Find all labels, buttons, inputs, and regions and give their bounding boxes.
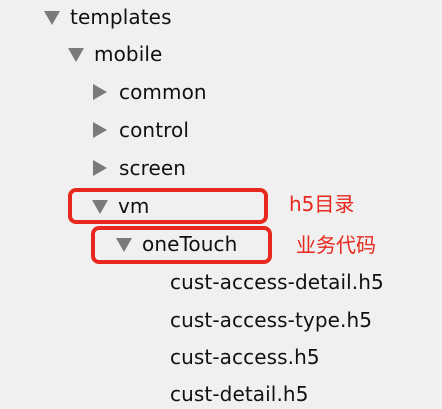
vm-highlight-box: [68, 188, 268, 224]
file-name: cust-detail.h5: [170, 382, 309, 406]
tree-node-control[interactable]: control: [92, 115, 189, 145]
tree-node-label: common: [119, 80, 207, 104]
file-name: cust-access-detail.h5: [170, 270, 384, 294]
tree-file-item[interactable]: cust-access-detail.h5: [170, 267, 384, 297]
file-name: cust-access-type.h5: [170, 308, 373, 332]
triangle-down-icon[interactable]: [68, 48, 84, 62]
file-name: cust-access.h5: [170, 345, 320, 369]
triangle-right-icon[interactable]: [93, 84, 107, 100]
tree-node-templates[interactable]: templates: [44, 2, 172, 32]
tree-file-item[interactable]: cust-access.h5: [170, 342, 320, 372]
tree-file-item[interactable]: cust-access-type.h5: [170, 305, 372, 335]
tree-node-label: templates: [70, 5, 172, 29]
onetouch-annotation: 业务代码: [296, 233, 376, 257]
tree-node-label: control: [119, 118, 190, 142]
onetouch-highlight-box: [91, 226, 272, 264]
tree-node-label: screen: [119, 156, 187, 180]
tree-node-common[interactable]: common: [92, 77, 207, 107]
triangle-down-icon[interactable]: [44, 11, 60, 25]
triangle-right-icon[interactable]: [93, 122, 107, 138]
tree-file-item[interactable]: cust-detail.h5: [170, 379, 309, 409]
triangle-right-icon[interactable]: [93, 160, 107, 176]
tree-node-mobile[interactable]: mobile: [68, 39, 162, 69]
tree-node-label: mobile: [94, 42, 163, 66]
tree-node-screen[interactable]: screen: [92, 153, 186, 183]
vm-annotation: h5目录: [289, 192, 355, 216]
